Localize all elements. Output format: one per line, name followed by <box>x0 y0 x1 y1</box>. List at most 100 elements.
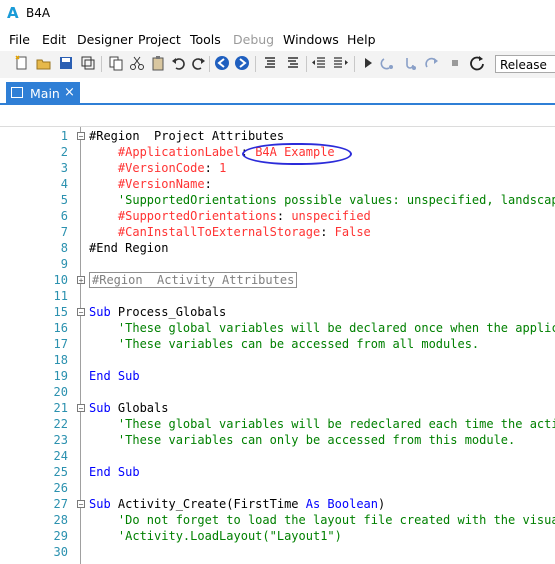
code-token: 1 <box>219 161 227 175</box>
toolbar-separator <box>354 56 355 72</box>
tab-strip <box>0 80 555 104</box>
comment-icon[interactable] <box>262 55 278 71</box>
line-number: 16 <box>53 321 68 335</box>
code-line[interactable]: 15 Sub Process_Globals − <box>0 304 555 320</box>
code-token: #CanInstallToExternalStorage <box>117 225 321 239</box>
menu-designer[interactable]: Designer <box>77 32 133 47</box>
code-line[interactable]: 27 Sub Activity_Create(FirstTime As Boole… <box>0 496 555 512</box>
code-text: Sub Globals <box>89 400 168 416</box>
collapsed-region[interactable]: #Region Activity Attributes <box>89 272 298 288</box>
new-file-icon[interactable] <box>14 55 30 71</box>
save-icon[interactable] <box>58 55 74 71</box>
collapse-fold-icon[interactable]: − <box>77 308 85 317</box>
toolbar-separator <box>101 56 102 72</box>
stop-icon[interactable] <box>447 55 463 71</box>
code-line[interactable]: 29 'Activity.LoadLayout("Layout1") <box>0 528 555 544</box>
code-line[interactable]: 22 'These global variables will be redec… <box>0 416 555 432</box>
code-line[interactable]: 19 End Sub <box>0 368 555 384</box>
line-number: 19 <box>53 369 68 383</box>
line-number: 11 <box>53 289 68 303</box>
collapse-fold-icon[interactable]: − <box>77 404 85 413</box>
code-token: : <box>320 225 335 239</box>
code-line[interactable]: 20 <box>0 384 555 400</box>
code-line[interactable]: 17 'These variables can be accessed from… <box>0 336 555 352</box>
code-token: #Region Project Attributes <box>89 129 285 143</box>
run-icon[interactable] <box>360 55 376 71</box>
code-line[interactable]: 6 #SupportedOrientations: unspecified <box>0 208 555 224</box>
code-line[interactable]: 16 'These global variables will be decla… <box>0 320 555 336</box>
code-file-icon <box>11 87 23 98</box>
line-number: 30 <box>53 545 68 559</box>
menu-bar: File Edit Designer Project Tools Debug W… <box>0 28 555 50</box>
outdent-icon[interactable] <box>311 55 327 71</box>
build-config-select[interactable]: Release <box>495 55 555 73</box>
tab-close-button[interactable]: × <box>64 85 75 100</box>
paste-icon[interactable] <box>150 55 166 71</box>
line-number: 6 <box>60 209 68 223</box>
code-line[interactable]: 25 End Sub <box>0 464 555 480</box>
code-text: 'These global variables will be redeclar… <box>89 416 555 432</box>
code-line[interactable]: 8 #End Region <box>0 240 555 256</box>
navigate-forward-icon[interactable] <box>234 55 250 71</box>
copy-icon[interactable] <box>108 55 124 71</box>
code-text: #Region Project Attributes <box>89 128 284 144</box>
code-line[interactable]: 7 #CanInstallToExternalStorage: False <box>0 224 555 240</box>
code-text: #SupportedOrientations: unspecified <box>89 208 371 224</box>
menu-tools[interactable]: Tools <box>190 32 221 47</box>
collapse-fold-icon[interactable]: − <box>77 132 85 141</box>
restart-icon[interactable] <box>469 55 485 71</box>
open-file-icon[interactable] <box>36 55 52 71</box>
code-token: #ApplicationLabel <box>117 145 241 159</box>
code-text: Sub Process_Globals <box>89 304 226 320</box>
indent-icon[interactable] <box>333 55 349 71</box>
code-line[interactable]: 18 <box>0 352 555 368</box>
code-line[interactable]: 21 Sub Globals − <box>0 400 555 416</box>
code-text: #CanInstallToExternalStorage: False <box>89 224 371 240</box>
uncomment-icon[interactable] <box>285 55 301 71</box>
code-line[interactable]: 5 'SupportedOrientations possible values… <box>0 192 555 208</box>
menu-help[interactable]: Help <box>347 32 376 47</box>
code-token: Sub <box>89 401 118 415</box>
tab-main[interactable]: Main × <box>6 82 80 104</box>
expand-fold-icon[interactable]: + <box>77 276 85 285</box>
code-text: End Sub <box>89 368 140 384</box>
line-number: 9 <box>60 257 68 271</box>
menu-debug[interactable]: Debug <box>233 32 274 47</box>
line-number: 22 <box>53 417 68 431</box>
toolbar-separator <box>306 56 307 72</box>
line-number: 10 <box>53 273 68 287</box>
cut-icon[interactable] <box>129 55 145 71</box>
editor-header-bar <box>0 105 555 127</box>
code-token: 'These global variables will be redeclar… <box>117 417 555 431</box>
line-number: 23 <box>53 433 68 447</box>
code-token: As Boolean <box>305 497 378 511</box>
code-line[interactable]: 9 <box>0 256 555 272</box>
code-line[interactable]: 11 <box>0 288 555 304</box>
code-line[interactable]: 30 <box>0 544 555 560</box>
navigate-back-icon[interactable] <box>214 55 230 71</box>
step-out-icon[interactable] <box>424 55 440 71</box>
code-line[interactable]: 28 'Do not forget to load the layout fil… <box>0 512 555 528</box>
collapse-fold-icon[interactable]: − <box>77 500 85 509</box>
menu-file[interactable]: File <box>9 32 30 47</box>
step-over-icon[interactable] <box>402 55 418 71</box>
code-line[interactable]: 24 <box>0 448 555 464</box>
undo-icon[interactable] <box>171 55 187 71</box>
line-number: 2 <box>60 145 68 159</box>
step-into-icon[interactable] <box>380 55 396 71</box>
code-token: End Sub <box>89 369 140 383</box>
code-line[interactable]: 23 'These variables can only be accessed… <box>0 432 555 448</box>
line-number: 1 <box>60 129 68 143</box>
code-token: 'SupportedOrientations possible values: … <box>117 193 555 207</box>
redo-icon[interactable] <box>190 55 206 71</box>
code-line[interactable]: 1 #Region Project Attributes − <box>0 128 555 144</box>
code-line[interactable]: 4 #VersionName: <box>0 176 555 192</box>
menu-project[interactable]: Project <box>138 32 181 47</box>
menu-windows[interactable]: Windows <box>283 32 339 47</box>
code-token: #End Region <box>89 241 169 255</box>
save-all-icon[interactable] <box>80 55 96 71</box>
code-line[interactable]: 26 <box>0 480 555 496</box>
menu-edit[interactable]: Edit <box>42 32 66 47</box>
code-line[interactable]: 10 #Region Activity Attributes + <box>0 272 555 288</box>
code-token: Process_Globals <box>117 305 227 319</box>
